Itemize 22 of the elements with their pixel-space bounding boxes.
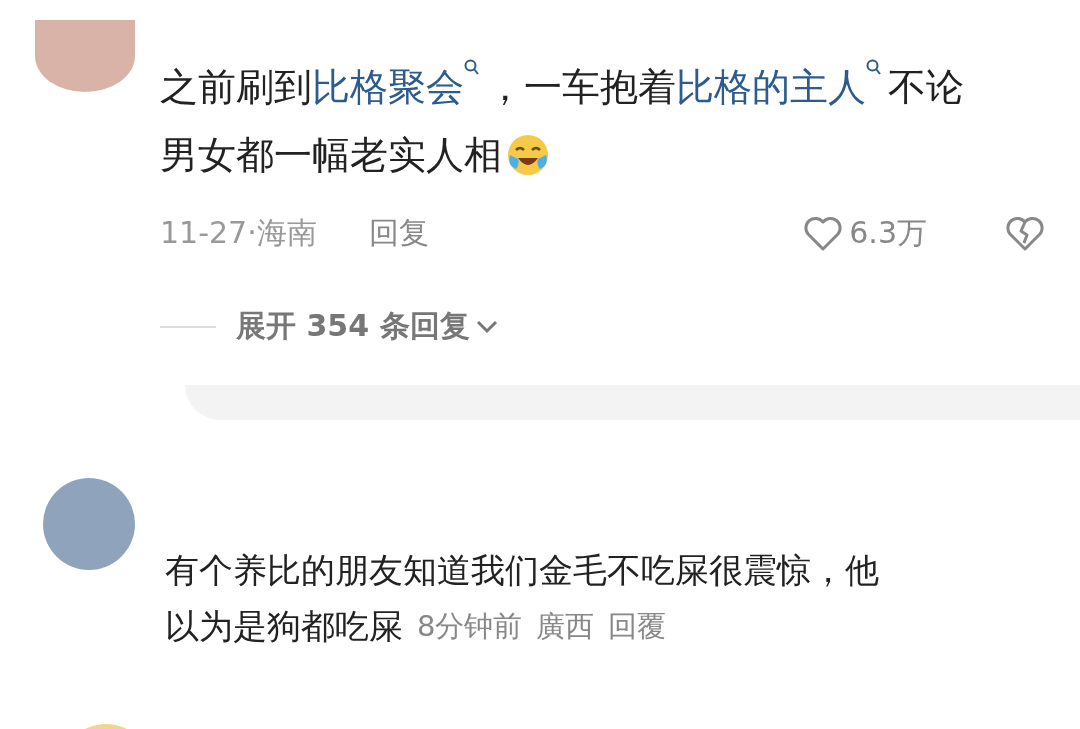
comment-meta: 回覆	[608, 608, 667, 645]
keyword-link[interactable]: 比格的主人	[676, 53, 866, 121]
heart-icon[interactable]	[803, 215, 844, 252]
comment-text: 有个养比的朋友知道我们金毛不吃屎很震惊，他	[165, 549, 879, 592]
avatar-photo[interactable]	[35, 20, 135, 92]
comment-date: 11-27·海南	[160, 214, 317, 252]
broken-heart-icon[interactable]	[1005, 215, 1045, 252]
chevron-down-icon	[475, 319, 498, 334]
laughing-crying-emoji-icon	[506, 133, 550, 177]
comment-text: 不论	[888, 64, 964, 111]
comment-meta: 廣西	[536, 608, 595, 645]
comment-text: 之前刷到	[160, 64, 312, 111]
like-count: 6.3万	[849, 214, 927, 252]
expand-replies-button[interactable]: 展开 354 条回复	[236, 306, 498, 347]
search-icon[interactable]	[464, 59, 480, 77]
search-icon[interactable]	[866, 59, 882, 77]
comment-meta: 8分钟前	[417, 608, 523, 645]
reply-link[interactable]: 回复	[368, 213, 429, 254]
keyword-link[interactable]: 比格聚会	[312, 53, 464, 121]
comment-text: 男女都一幅老实人相	[160, 132, 502, 179]
comment-text: 以为是狗都吃屎	[165, 605, 403, 648]
comment-text: ，一车抱着	[486, 64, 676, 111]
